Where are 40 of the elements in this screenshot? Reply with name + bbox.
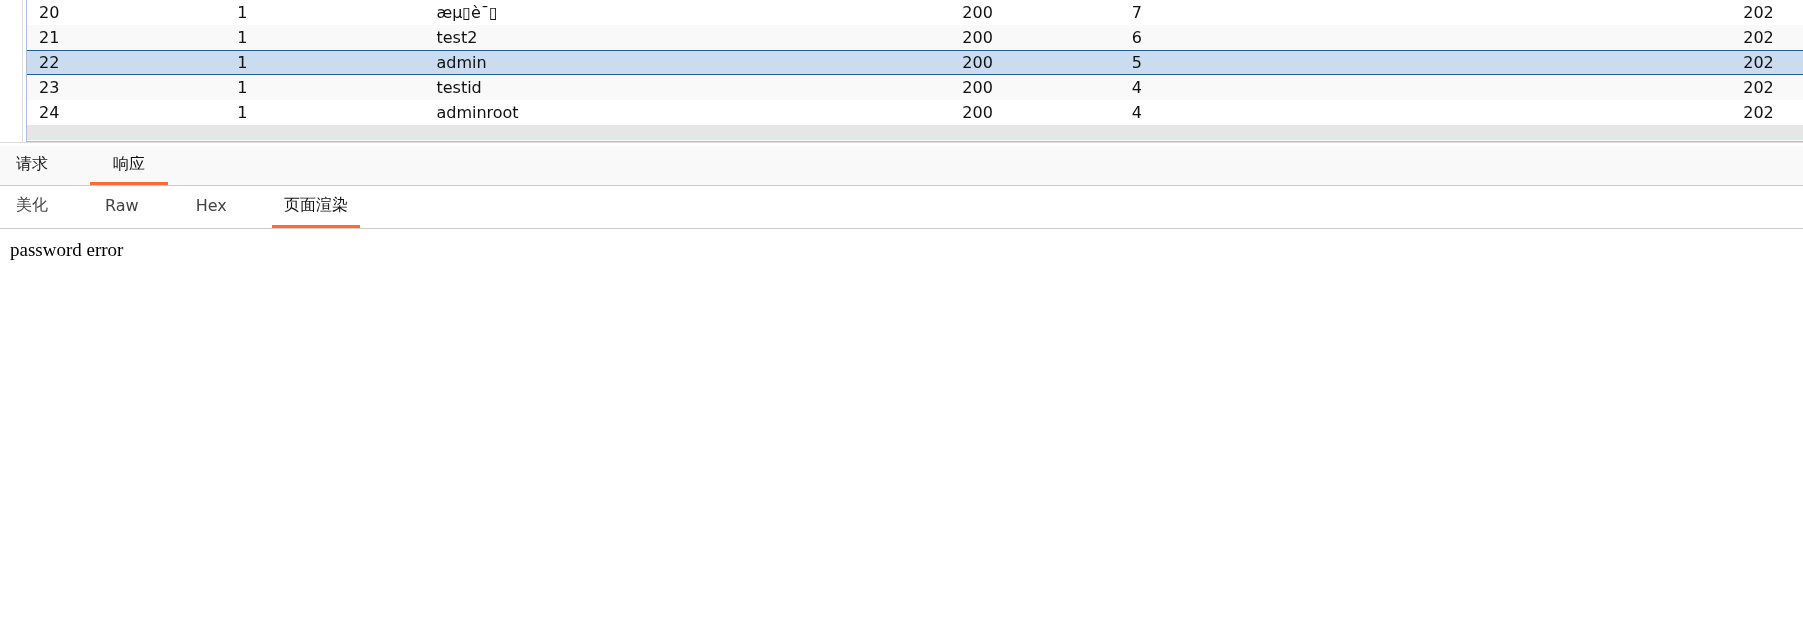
- table-cell-text: 200: [962, 27, 994, 48]
- tab[interactable]: Hex: [183, 186, 239, 228]
- table-cell-text: 4: [1131, 77, 1143, 98]
- table-cell-text: 1: [237, 27, 249, 48]
- table-cell-text: 4: [1131, 102, 1143, 123]
- table-cell-text: 1: [237, 2, 249, 23]
- table-row[interactable]: 23 1 testid 200 4 202: [27, 75, 1803, 100]
- tab[interactable]: Raw: [93, 186, 151, 228]
- table-cell-text: 202: [1743, 102, 1775, 123]
- response-text: password error: [10, 239, 124, 261]
- table-cell-text: 202: [1743, 27, 1775, 48]
- tab[interactable]: 页面渲染: [271, 186, 360, 228]
- table-cell-text: adminroot: [436, 102, 520, 123]
- table-cell-text: 7: [1131, 2, 1143, 23]
- table-cell-text: admin: [436, 52, 488, 73]
- table-cell-text: 5: [1131, 52, 1143, 73]
- table-row[interactable]: 21 1 test2 200 6 202: [27, 25, 1803, 50]
- table-cell-text: 1: [237, 102, 249, 123]
- table-cell-text: æµ▯è¯▯: [436, 2, 499, 23]
- table-cell-text: 200: [962, 2, 994, 23]
- table-cell-text: 202: [1743, 77, 1775, 98]
- table-cell-text: 200: [962, 77, 994, 98]
- table-cell-text: 1: [237, 52, 249, 73]
- table-cell-text: 202: [1743, 52, 1775, 73]
- table-cell-text: 23: [38, 77, 61, 98]
- table-cell-text: 200: [962, 102, 994, 123]
- tab[interactable]: 美化: [4, 186, 60, 228]
- table-cell-text: 6: [1131, 27, 1143, 48]
- table-cell-text: 22: [38, 52, 61, 73]
- tab[interactable]: 请求: [4, 146, 71, 185]
- table-cell-text: 24: [38, 102, 61, 123]
- table-cell-text: testid: [436, 77, 483, 98]
- table-cell-text: 200: [962, 52, 994, 73]
- table-cell-text: 202: [1743, 2, 1775, 23]
- table-cell-text: test2: [436, 27, 479, 48]
- table-row[interactable]: 22 1 admin 200 5 202: [27, 50, 1803, 75]
- table-cell-text: 1: [237, 77, 249, 98]
- table-cell-text: 20: [38, 2, 61, 23]
- table-cell-text: 21: [38, 27, 61, 48]
- horizontal-scrollbar[interactable]: [27, 125, 1803, 140]
